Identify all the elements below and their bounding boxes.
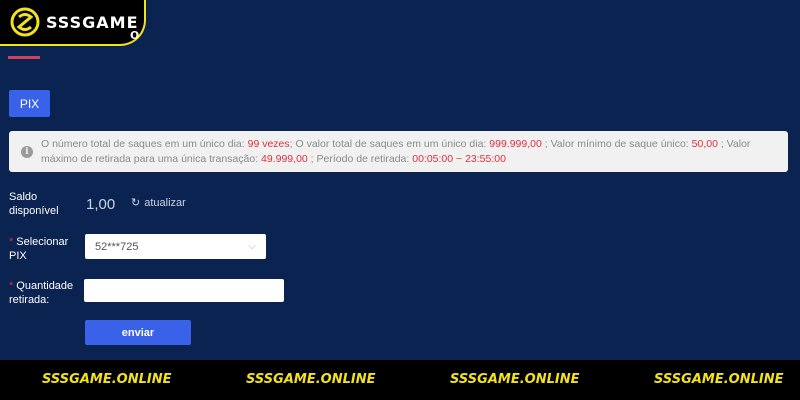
notice-text-part: ; O valor total de saques em um único di… (289, 137, 490, 150)
min-single-value: 50,00 (691, 137, 718, 150)
footer-site-label: SSSGAME.ONLINE (450, 372, 580, 387)
refresh-label: atualizar (144, 196, 186, 209)
footer-site-label: SSSGAME.ONLINE (42, 372, 172, 387)
page-title-partial: o (130, 26, 140, 43)
withdrawal-rules-notice: i O número total de saques em um único d… (9, 131, 788, 172)
amount-input[interactable] (84, 279, 284, 302)
notice-text-part: ; Período de retirada: (307, 152, 413, 165)
title-underline (8, 56, 40, 59)
amount-label-text: Quantidade retirada: (9, 280, 74, 306)
refresh-icon: ↻ (131, 197, 141, 209)
notice-text-part: ; Valor mínimo de saque único: (541, 137, 692, 150)
chevron-down-icon: ⌵ (248, 241, 256, 252)
submit-button[interactable]: enviar (85, 320, 191, 345)
sss-logo-icon (10, 7, 40, 37)
notice-text: O número total de saques em um único dia… (41, 137, 778, 167)
brand-logo[interactable]: SSSGAME (0, 0, 146, 46)
footer-site-label: SSSGAME.ONLINE (246, 372, 376, 387)
balance-value: 1,00 (86, 196, 116, 213)
required-mark: * (9, 236, 14, 248)
select-pix-label: * Selecionar PIX (9, 235, 79, 263)
withdrawal-period-value: 00:05:00 ~ 23:55:00 (412, 152, 506, 165)
notice-text-part: O número total de saques em um único dia… (41, 137, 248, 150)
pix-account-select[interactable]: 52***725 ⌵ (85, 234, 266, 259)
pix-account-value: 52***725 (95, 240, 139, 253)
refresh-button[interactable]: ↻ atualizar (131, 196, 186, 210)
balance-label: Saldo disponível (9, 191, 59, 217)
select-pix-label-text: Selecionar PIX (9, 236, 69, 262)
daily-total-value: 999.999,00 (489, 137, 542, 150)
tab-pix[interactable]: PIX (9, 90, 50, 117)
footer-site-label: SSSGAME.ONLINE (654, 372, 784, 387)
required-mark: * (9, 280, 14, 292)
daily-count-value: 99 vezes (247, 137, 290, 150)
footer-banner: SSSGAME.ONLINE SSSGAME.ONLINE SSSGAME.ON… (0, 360, 800, 400)
max-single-value: 49.999,00 (261, 152, 308, 165)
brand-name: SSSGAME (46, 12, 139, 32)
info-icon: i (21, 145, 33, 158)
amount-label: * Quantidade retirada: (9, 279, 81, 307)
